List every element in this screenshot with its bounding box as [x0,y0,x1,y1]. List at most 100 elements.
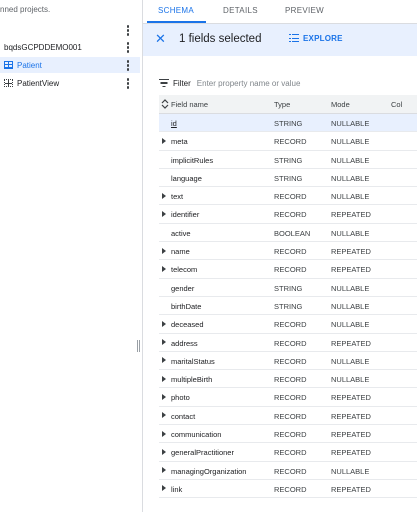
mode-cell: REPEATED [331,411,371,421]
table-row[interactable]: name RECORD REPEATED [159,242,417,261]
field-name-cell[interactable]: birthDate [171,302,201,311]
field-name-cell[interactable]: contact [171,412,195,421]
table-row[interactable]: generalPractitioner RECORD REPEATED [159,443,417,462]
table-row[interactable]: photo RECORD REPEATED [159,388,417,407]
table-row[interactable]: address RECORD REPEATED [159,334,417,352]
tab-bar: SCHEMA DETAILS PREVIEW [143,0,417,24]
expand-caret-icon[interactable] [162,210,166,217]
schema-panel: SCHEMA DETAILS PREVIEW ✕ 1 fields select… [143,0,417,512]
expand-caret-icon[interactable] [162,375,166,382]
table-row[interactable]: deceased RECORD NULLABLE [159,315,417,334]
table-row[interactable]: maritalStatus RECORD NULLABLE [159,352,417,371]
filter-input[interactable] [196,78,367,88]
explore-label: EXPLORE [303,34,343,43]
field-name-cell[interactable]: deceased [171,320,204,329]
table-more-options-icon[interactable] [126,60,130,71]
table-row[interactable]: contact RECORD REPEATED [159,407,417,426]
expand-caret-icon[interactable] [162,357,166,364]
field-name-cell[interactable]: language [171,174,202,183]
field-name-cell[interactable]: text [171,192,183,201]
close-icon[interactable]: ✕ [155,32,166,46]
expand-caret-icon[interactable] [162,137,166,144]
expand-caret-icon[interactable] [162,467,166,474]
field-name-cell[interactable]: meta [171,137,188,146]
dataset-more-options-icon[interactable] [126,42,130,53]
table-header: Field name Type Mode Col [159,95,417,114]
table-row[interactable]: birthDate STRING NULLABLE [159,297,417,316]
type-cell: STRING [274,155,303,165]
table-row[interactable]: text RECORD NULLABLE [159,187,417,206]
expand-caret-icon[interactable] [162,485,166,492]
expand-caret-icon[interactable] [162,320,166,327]
type-cell: STRING [274,283,303,293]
tree-item-label: PatientView [17,78,60,88]
field-name-cell[interactable]: maritalStatus [171,357,215,366]
table-icon [4,61,13,69]
expand-caret-icon[interactable] [162,265,166,272]
expand-caret-icon[interactable] [162,192,166,199]
mode-cell: NULLABLE [331,192,370,202]
column-header-type[interactable]: Type [274,100,290,109]
expand-caret-icon[interactable] [162,393,166,400]
field-name-cell[interactable]: name [171,247,190,256]
mode-cell: NULLABLE [331,375,370,385]
tab-details[interactable]: DETAILS [223,6,258,15]
table-row[interactable]: gender STRING NULLABLE [159,279,417,297]
type-cell: RECORD [274,393,307,403]
table-row[interactable]: telecom RECORD REPEATED [159,260,417,279]
expand-caret-icon[interactable] [162,448,166,455]
field-name-cell[interactable]: implicitRules [171,156,213,165]
view-more-options-icon[interactable] [126,78,130,89]
table-row[interactable]: language STRING NULLABLE [159,169,417,188]
field-name-cell[interactable]: managingOrganization [171,467,246,476]
tree-item-table-patient[interactable]: Patient [0,57,140,73]
table-row[interactable]: meta RECORD NULLABLE [159,132,417,151]
active-tab-indicator [147,21,206,23]
field-name-cell[interactable]: active [171,229,191,238]
type-cell: RECORD [274,247,307,257]
tab-schema[interactable]: SCHEMA [158,6,194,15]
type-cell: RECORD [274,210,307,220]
mode-cell: REPEATED [331,210,371,220]
field-name-cell[interactable]: address [171,339,198,348]
expand-caret-icon[interactable] [162,412,166,419]
type-cell: RECORD [274,265,307,275]
table-row[interactable]: communication RECORD REPEATED [159,425,417,444]
field-name-cell[interactable]: gender [171,284,194,293]
sort-icon[interactable] [161,98,169,110]
field-name-cell[interactable]: generalPractitioner [171,448,234,457]
field-name-cell[interactable]: photo [171,393,190,402]
expand-caret-icon[interactable] [162,339,166,346]
table-row[interactable]: managingOrganization RECORD NULLABLE [159,462,417,480]
table-row[interactable]: multipleBirth RECORD NULLABLE [159,370,417,389]
explore-button[interactable]: EXPLORE [289,34,343,43]
more-options-icon[interactable] [126,25,130,36]
field-name-cell[interactable]: multipleBirth [171,375,212,384]
table-row[interactable]: link RECORD REPEATED [159,480,417,499]
view-icon [4,79,13,87]
table-row[interactable]: active BOOLEAN NULLABLE [159,224,417,243]
column-header-mode[interactable]: Mode [331,100,350,109]
type-cell: RECORD [274,411,307,421]
table-row[interactable]: id STRING NULLABLE [159,114,417,133]
expand-caret-icon[interactable] [162,247,166,254]
tree-item-label: bqdsGCPDDEMO001 [4,42,82,52]
tree-item-view-patientview[interactable]: PatientView [0,75,140,91]
column-header-col[interactable]: Col [391,100,402,109]
field-name-cell[interactable]: link [171,485,182,494]
field-name-cell[interactable]: communication [171,430,221,439]
tree-item-dataset[interactable]: bqdsGCPDDEMO001 [0,39,140,55]
expand-caret-icon[interactable] [162,430,166,437]
panel-resize-handle[interactable] [137,340,140,352]
table-row[interactable]: identifier RECORD REPEATED [159,205,417,224]
mode-cell: REPEATED [331,247,371,257]
tab-preview[interactable]: PREVIEW [285,6,324,15]
field-name-cell[interactable]: identifier [171,210,199,219]
field-name-cell[interactable]: telecom [171,265,197,274]
table-row[interactable]: implicitRules STRING NULLABLE [159,151,417,169]
type-cell: STRING [274,173,303,183]
mode-cell: REPEATED [331,430,371,440]
mode-cell: NULLABLE [331,283,370,293]
column-header-field-name[interactable]: Field name [171,100,208,109]
field-name-cell[interactable]: id [171,119,177,128]
